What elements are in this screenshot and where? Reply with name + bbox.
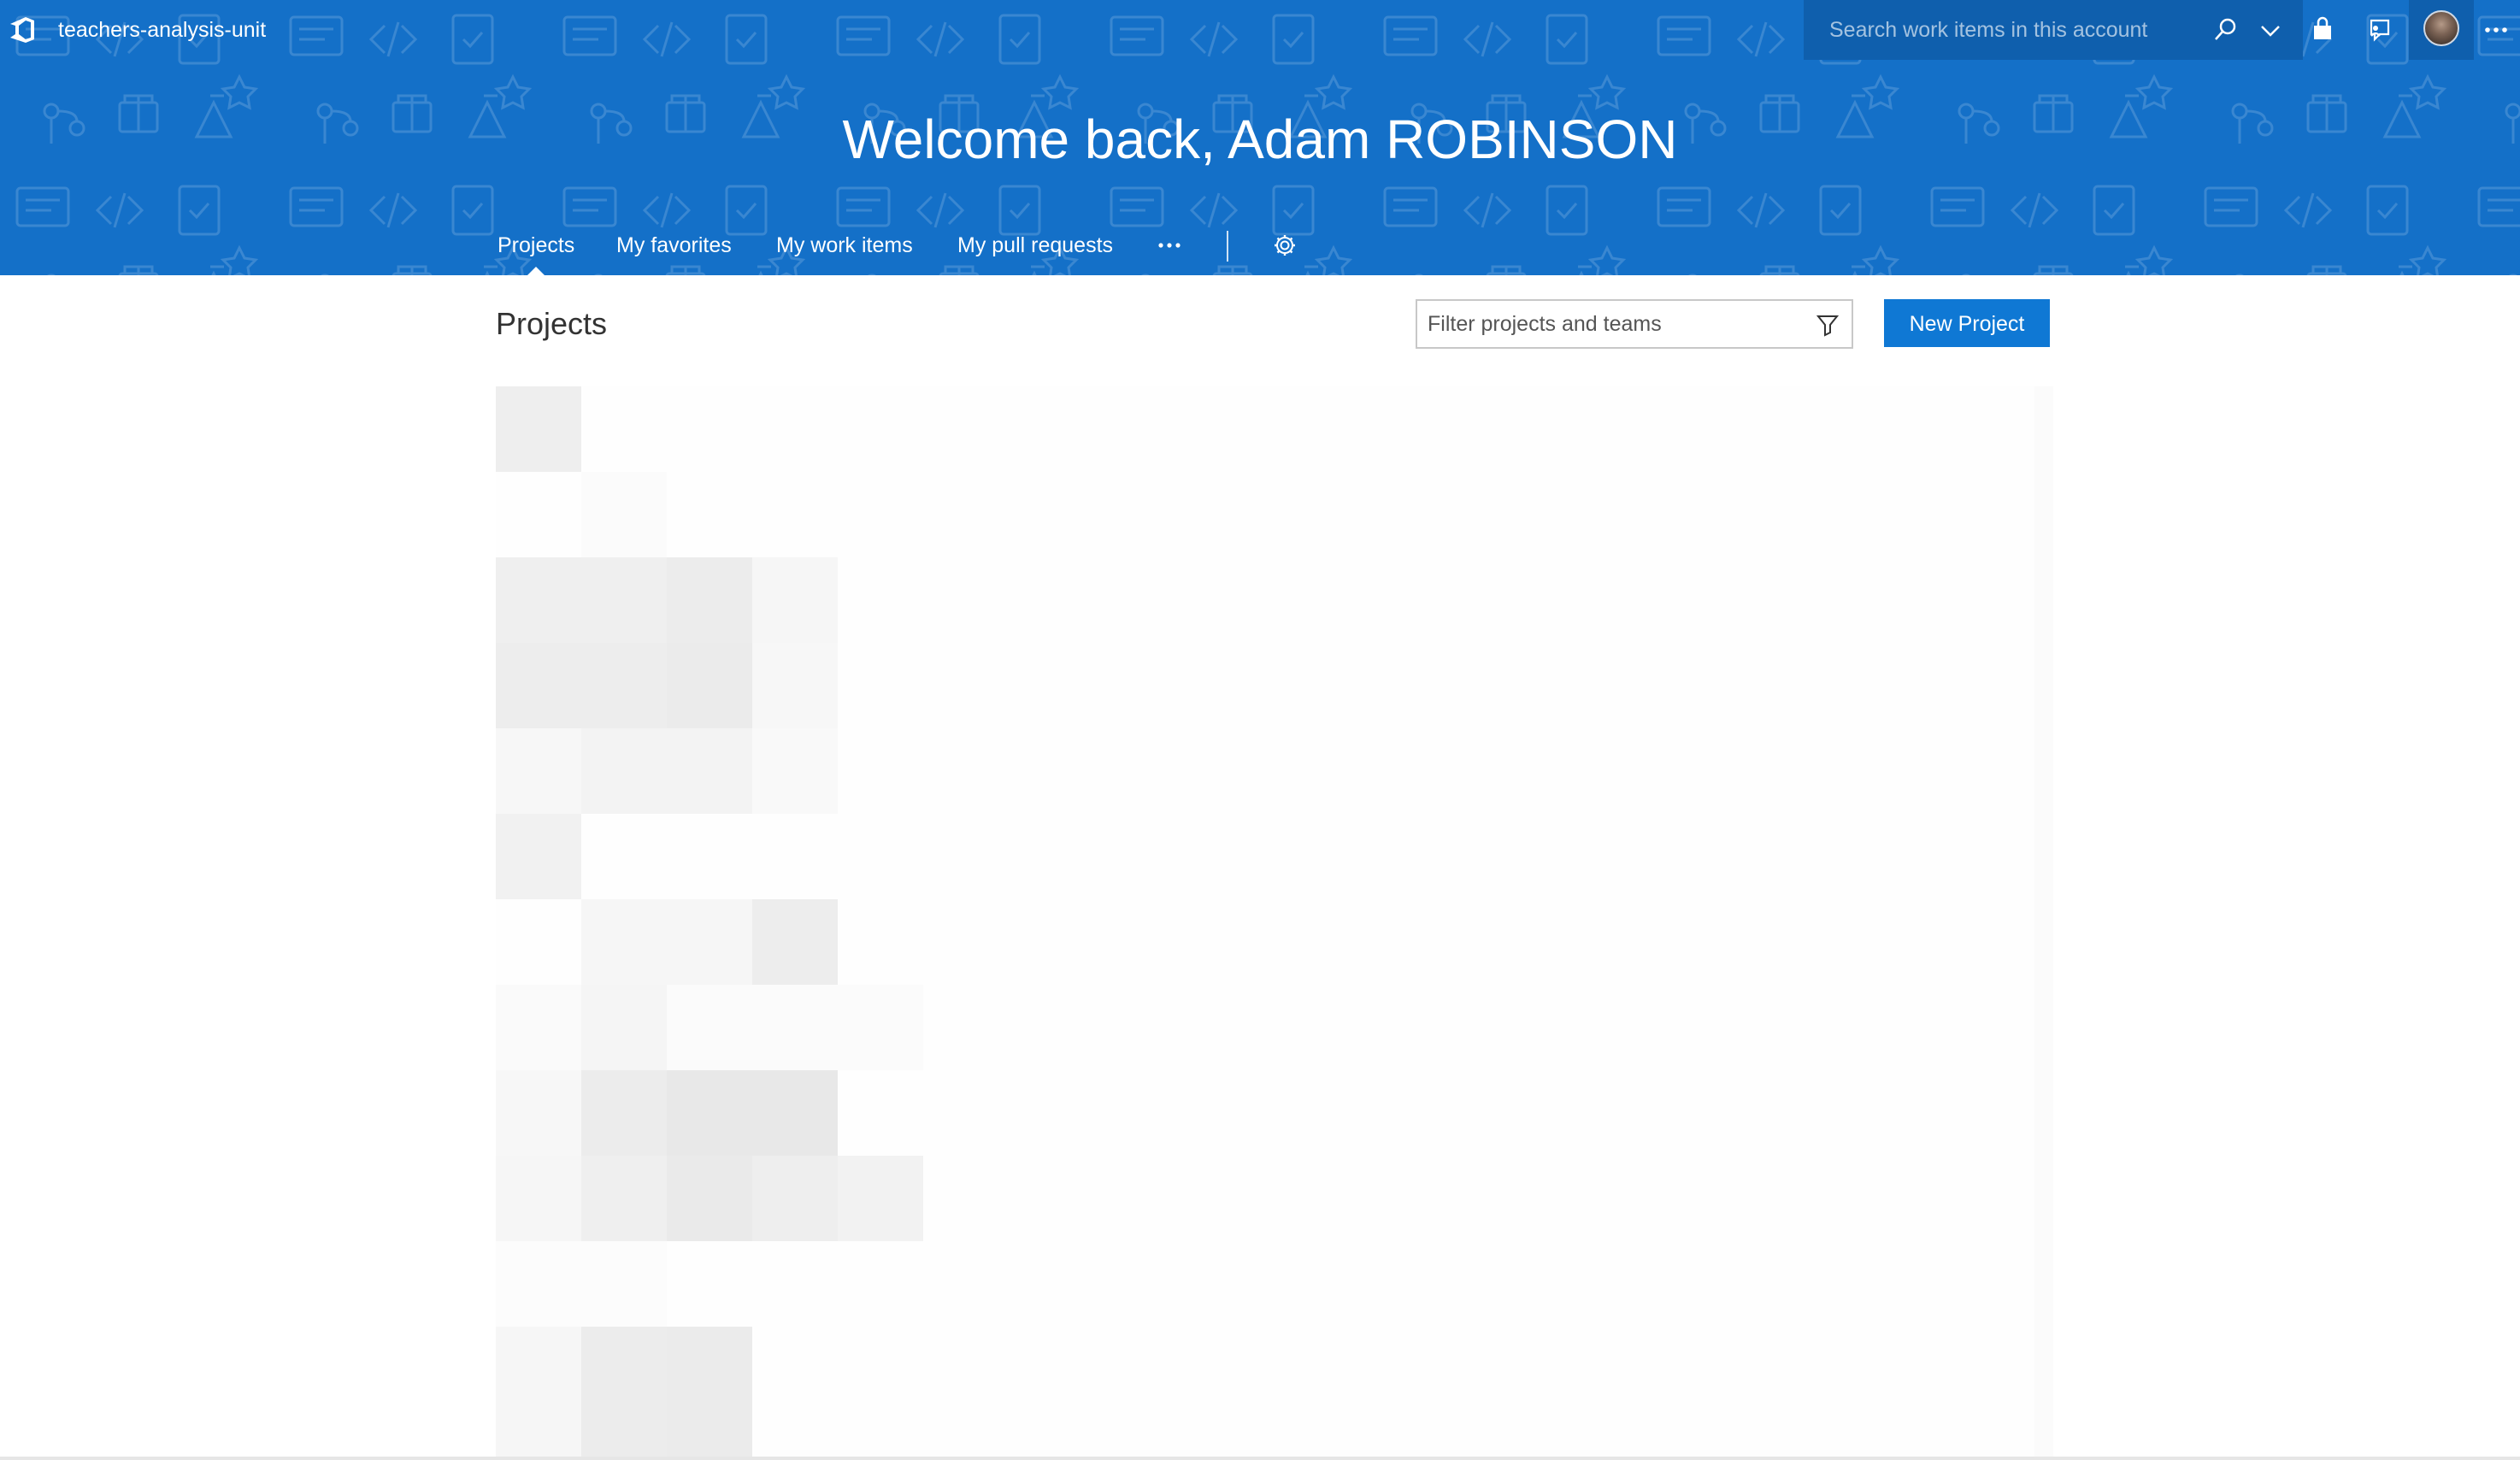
avatar[interactable] [2423, 10, 2459, 46]
tab-my-work-items[interactable]: My work items [776, 227, 913, 263]
feedback-icon[interactable] [2364, 15, 2393, 44]
filter-projects-input[interactable] [1426, 308, 1802, 340]
user-avatar-button[interactable] [2409, 0, 2474, 60]
nav-divider [1227, 231, 1228, 262]
new-project-button[interactable]: New Project [1884, 299, 2050, 347]
tab-my-favorites[interactable]: My favorites [616, 227, 732, 263]
search-box[interactable] [1804, 0, 2303, 60]
header-banner: teachers-analysis-unit Search work items… [0, 0, 2520, 275]
page-title: Projects [496, 306, 608, 341]
filter-box[interactable] [1416, 299, 1853, 349]
gear-icon[interactable] [1272, 233, 1298, 258]
projects-list-placeholder [496, 386, 2053, 1460]
account-name[interactable]: teachers-analysis-unit [58, 15, 266, 44]
search-icon[interactable] [2211, 15, 2240, 44]
top-bar: teachers-analysis-unit [0, 0, 2520, 60]
more-icon[interactable] [2479, 15, 2513, 44]
welcome-heading: Welcome back, Adam ROBINSON [842, 109, 1678, 170]
chevron-down-icon[interactable] [2257, 17, 2284, 44]
tab-projects[interactable]: Projects [498, 227, 574, 275]
azure-devops-logo-icon[interactable] [7, 14, 39, 46]
tab-my-pull-requests[interactable]: My pull requests [957, 227, 1113, 263]
filter-icon[interactable] [1816, 313, 1840, 337]
ellipsis-icon[interactable] [1156, 236, 1183, 255]
shopping-bag-icon[interactable] [2308, 15, 2337, 44]
search-input[interactable] [1828, 14, 2195, 46]
bottom-border [0, 1457, 2520, 1460]
